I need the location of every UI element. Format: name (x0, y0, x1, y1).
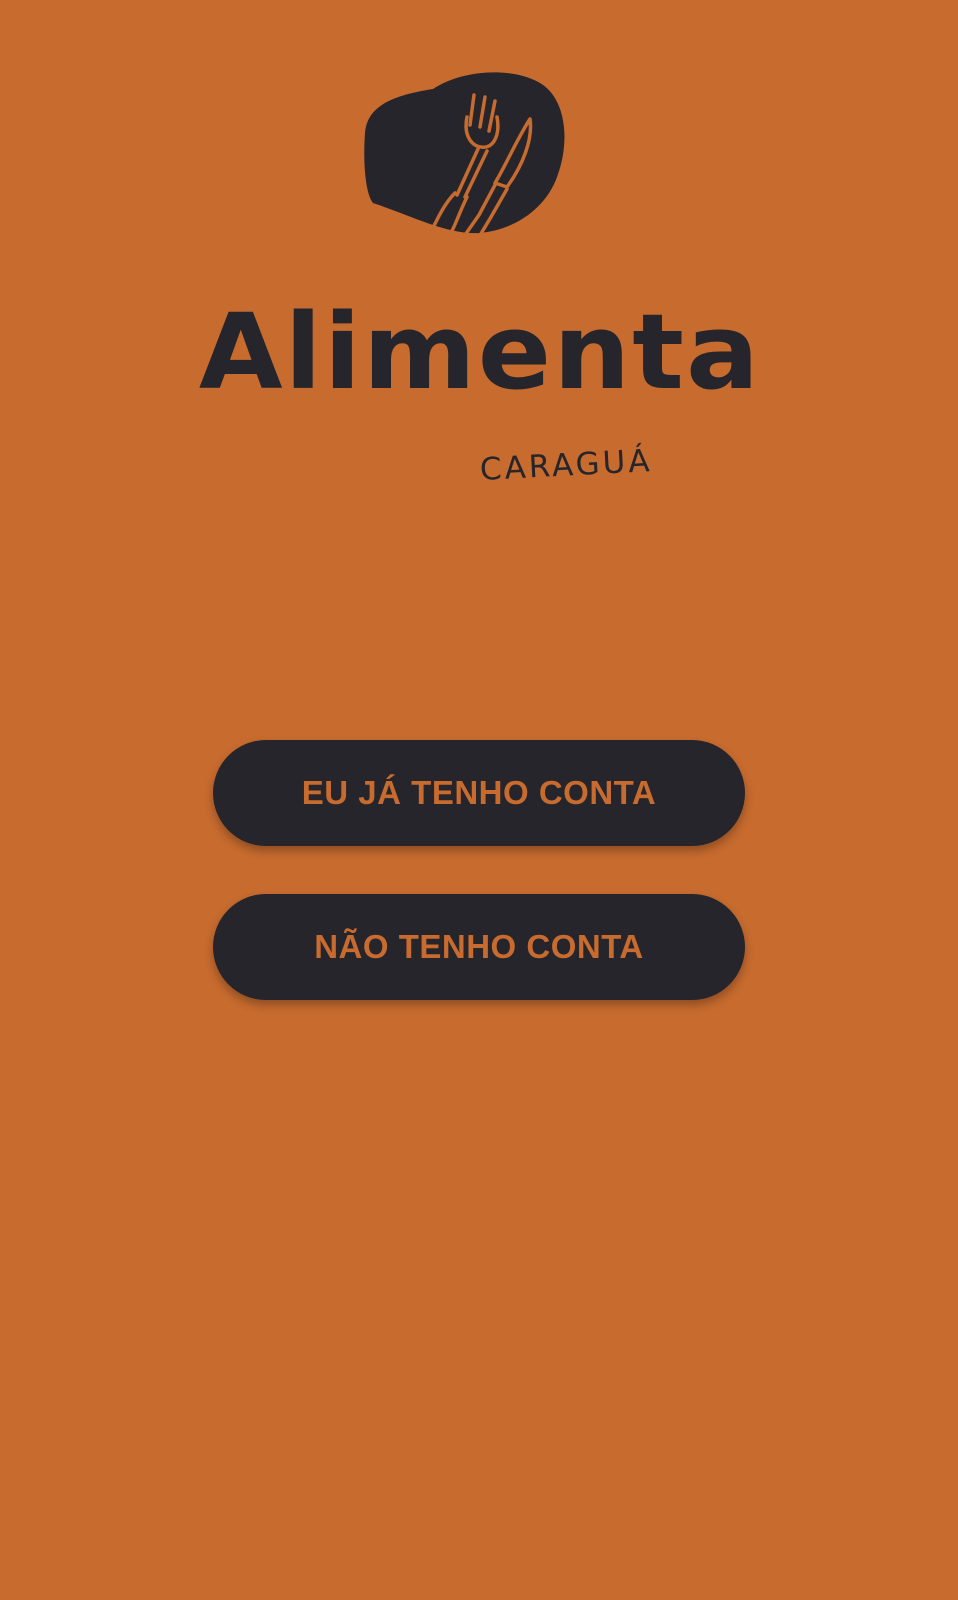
signup-button-label: NÃO TENHO CONTA (314, 928, 644, 965)
app-logo: Alimenta CARAGUÁ (195, 65, 765, 488)
welcome-screen: Alimenta CARAGUÁ EU JÁ TENHO CONTA NÃO T… (0, 0, 958, 1600)
logo-wordmark: Alimenta (198, 291, 762, 413)
login-button[interactable]: EU JÁ TENHO CONTA (213, 740, 745, 846)
login-button-label: EU JÁ TENHO CONTA (301, 774, 657, 811)
signup-button[interactable]: NÃO TENHO CONTA (213, 894, 745, 1000)
logo-subtitle: CARAGUÁ (479, 442, 654, 488)
